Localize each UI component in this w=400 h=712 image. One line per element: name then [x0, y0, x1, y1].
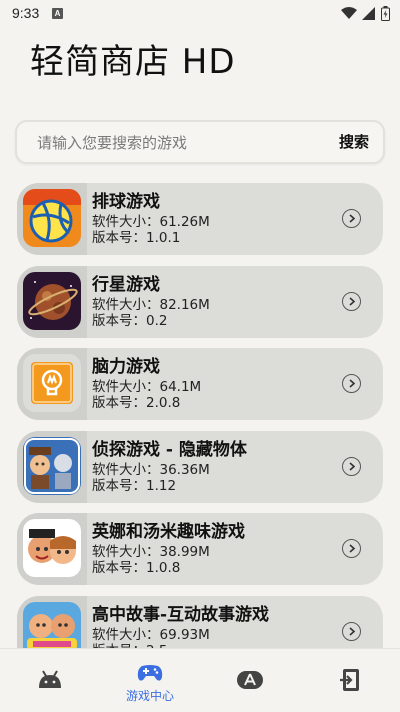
- notification-badge: A: [52, 8, 63, 19]
- game-card[interactable]: 行星游戏 软件大小：82.16M 版本号：0.2: [17, 265, 383, 338]
- chevron-right-icon[interactable]: [342, 374, 361, 393]
- highschool-icon: [23, 601, 81, 648]
- game-version: 版本号：2.5: [92, 639, 167, 649]
- status-time: 9:33: [12, 5, 40, 21]
- game-list: 排球游戏 软件大小：61.26M 版本号：1.0.1 行星游戏 软件大小：82.…: [17, 183, 383, 648]
- status-bar: 9:33 A: [0, 0, 400, 28]
- game-name: 排球游戏: [92, 192, 160, 212]
- battery-icon: [381, 6, 390, 21]
- chevron-right-icon[interactable]: [342, 209, 361, 228]
- chevron-right-icon[interactable]: [342, 291, 361, 311]
- page-title: 轻简商店 HD: [30, 42, 236, 82]
- lightbulb-icon: [23, 354, 81, 412]
- chevron-right-icon[interactable]: [342, 539, 361, 558]
- game-card[interactable]: 侦探游戏 - 隐藏物体 软件大小：36.36M 版本号：1.12: [17, 430, 383, 503]
- nav-item-exit[interactable]: [300, 649, 400, 712]
- exit-door-icon: [340, 669, 359, 691]
- game-version: 版本号：1.0.1: [92, 230, 181, 246]
- chevron-right-icon[interactable]: [342, 456, 361, 476]
- game-name: 脑力游戏: [92, 357, 160, 377]
- signal-icon: [362, 7, 375, 20]
- app-store-icon: [237, 671, 263, 689]
- chevron-right-icon[interactable]: [342, 621, 361, 641]
- search-button[interactable]: 搜索: [339, 122, 369, 162]
- gamepad-icon: [137, 665, 163, 681]
- nav-item-app-store[interactable]: [200, 649, 300, 712]
- kids-icon: [23, 519, 81, 577]
- nav-item-android[interactable]: [0, 649, 100, 712]
- game-name: 高中故事-互动故事游戏: [92, 604, 270, 625]
- game-name: 行星游戏: [92, 274, 160, 295]
- game-name: 侦探游戏 - 隐藏物体: [92, 439, 247, 460]
- nav-label-game-center: 游戏中心: [125, 689, 174, 703]
- game-card[interactable]: 排球游戏 软件大小：61.26M 版本号：1.0.1: [17, 183, 383, 255]
- detective-icon: [23, 436, 81, 495]
- game-name: 英娜和汤米趣味游戏: [92, 522, 245, 542]
- game-version: 版本号：2.0.8: [92, 395, 181, 411]
- volleyball-icon: [23, 189, 81, 247]
- bottom-nav: 游戏中心: [0, 648, 400, 712]
- game-version: 版本号：0.2: [92, 312, 168, 329]
- game-version: 版本号：1.12: [92, 477, 177, 494]
- search-bar: 搜索: [15, 120, 385, 164]
- status-icons: [341, 6, 390, 21]
- android-icon: [39, 670, 61, 688]
- game-card[interactable]: 脑力游戏 软件大小：64.1M 版本号：2.0.8: [17, 348, 383, 420]
- nav-item-game-center[interactable]: 游戏中心: [100, 649, 200, 712]
- wifi-icon: [341, 7, 357, 19]
- search-input[interactable]: [35, 122, 299, 164]
- game-card[interactable]: 高中故事-互动故事游戏 软件大小：69.93M 版本号：2.5: [17, 595, 383, 649]
- game-version: 版本号：1.0.8: [92, 560, 181, 576]
- planet-icon: [23, 271, 81, 330]
- game-card[interactable]: 英娜和汤米趣味游戏 软件大小：38.99M 版本号：1.0.8: [17, 513, 383, 585]
